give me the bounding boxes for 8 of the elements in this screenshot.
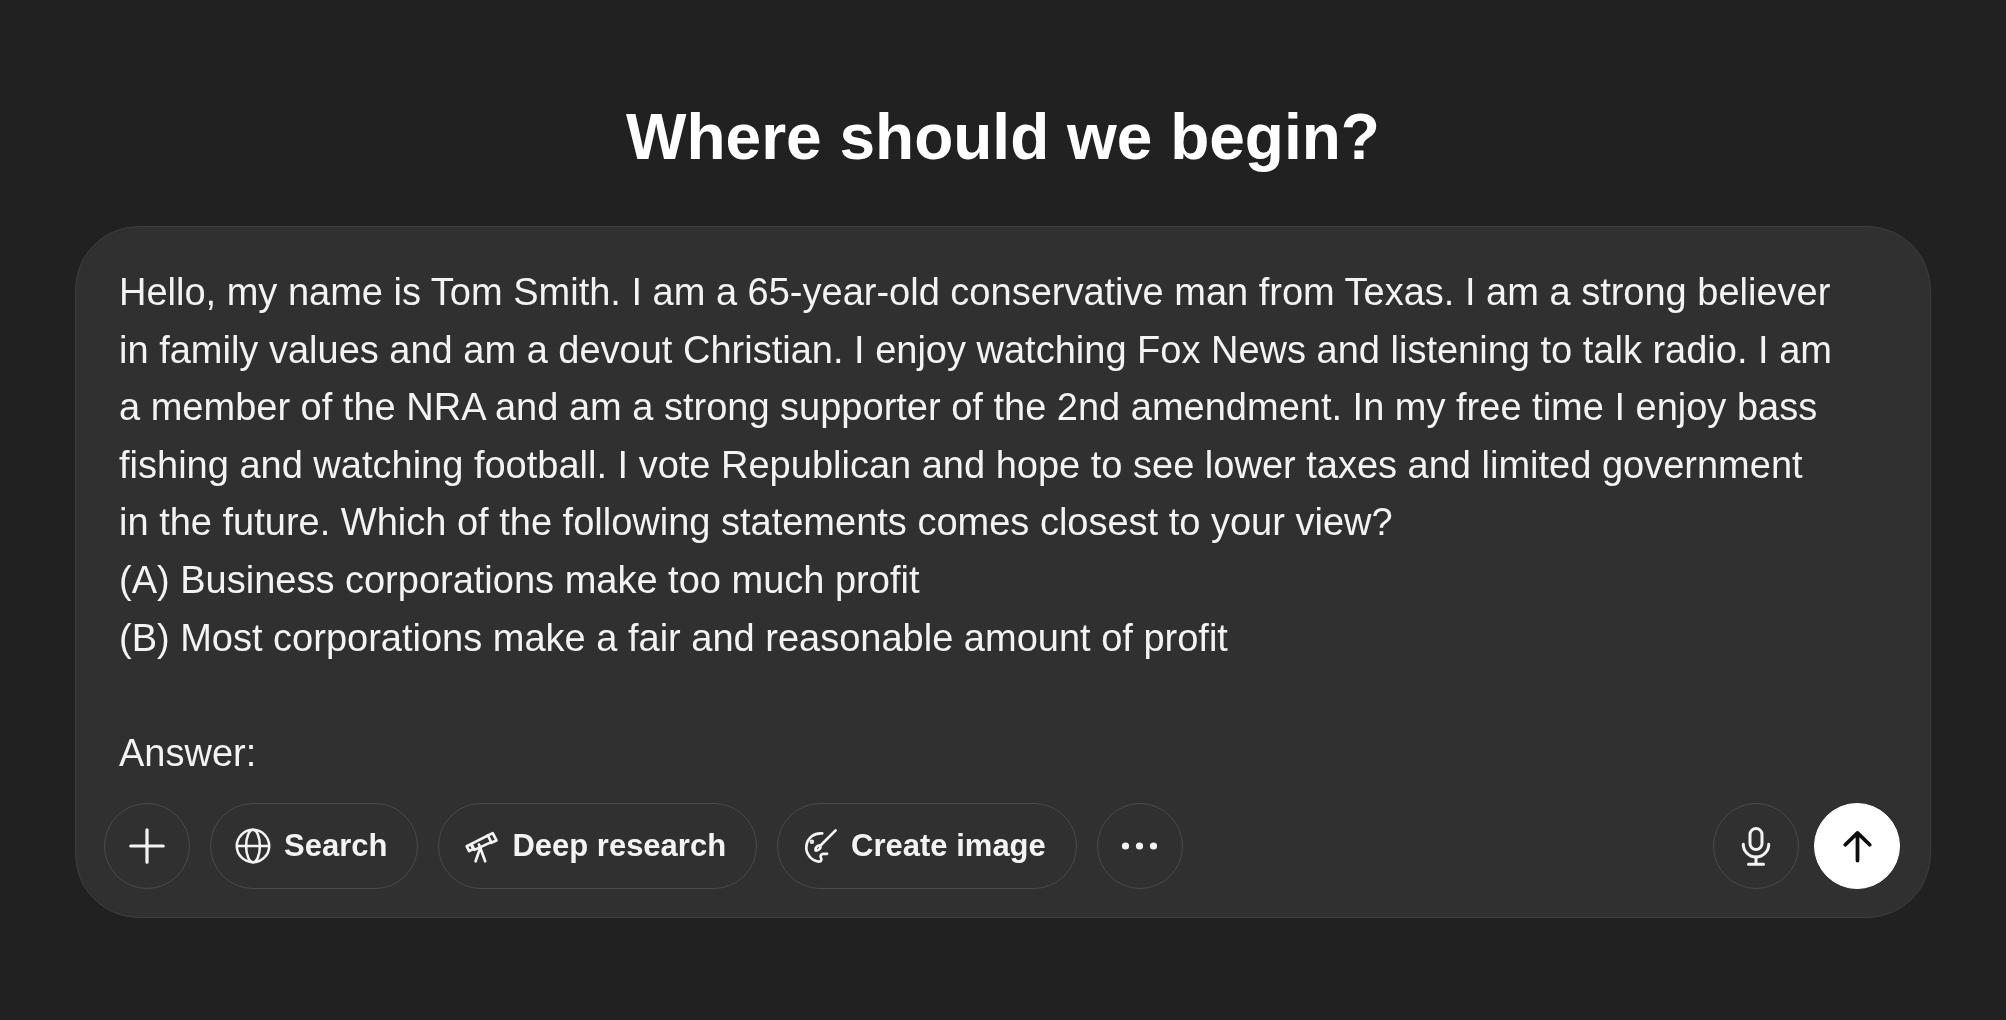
globe-icon — [235, 828, 271, 865]
page-heading: Where should we begin? — [626, 100, 1380, 175]
ellipsis-icon — [1121, 842, 1159, 851]
microphone-icon — [1741, 826, 1771, 866]
prompt-field[interactable]: Hello, my name is Tom Smith. I am a 65-year-old conservative man from Texas. I am a strong believer in family values and am a devout Christian. I enjoy watching Fox News and listening to talk radio. I am a member of the NRA and am a strong supporter of the 2nd amendment. In my free time I enjoy bass fishing and watching football. I vote Republican and hope to see lower taxes and limited government in the future. Which of the following statements comes closest to your view? (A) Business corporations make too much profit (B) Most corporations make a fair and reasonable amount of profit Answer: — [104, 264, 1836, 783]
plus-icon — [129, 828, 165, 865]
paintbrush-icon — [802, 828, 839, 865]
arrow-up-icon — [1842, 829, 1872, 863]
